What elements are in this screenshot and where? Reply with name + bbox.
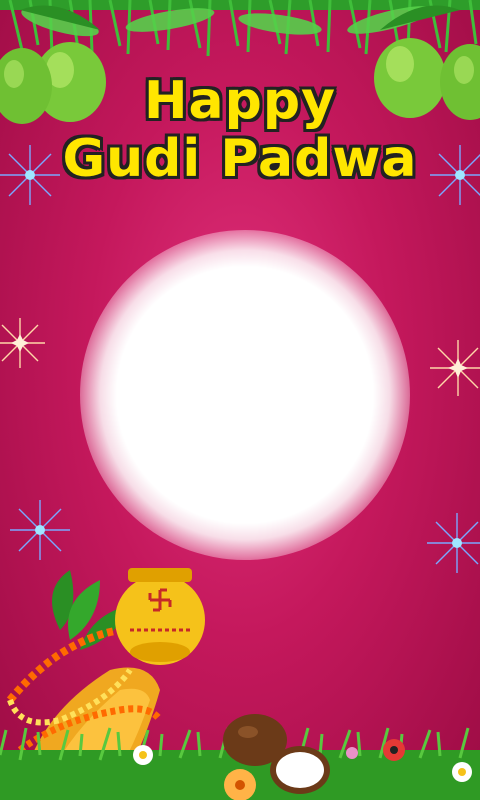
greeting-title: Happy Gudi Padwa (0, 72, 480, 188)
greeting-line-1: Happy (144, 71, 336, 131)
greeting-card: Happy Gudi Padwa (0, 0, 480, 800)
grass-flowers-coconut-icon (0, 714, 480, 800)
firework-sparkle-icon (427, 513, 480, 573)
greeting-line-2: Gudi Padwa (62, 129, 418, 189)
firework-sparkle-icon (430, 340, 480, 396)
firework-sparkle-icon (0, 318, 45, 368)
firework-sparkle-icon (10, 500, 70, 560)
firework-sparkle-icon (430, 145, 480, 205)
photo-placeholder[interactable] (80, 230, 410, 560)
firework-sparkle-icon (0, 145, 60, 205)
